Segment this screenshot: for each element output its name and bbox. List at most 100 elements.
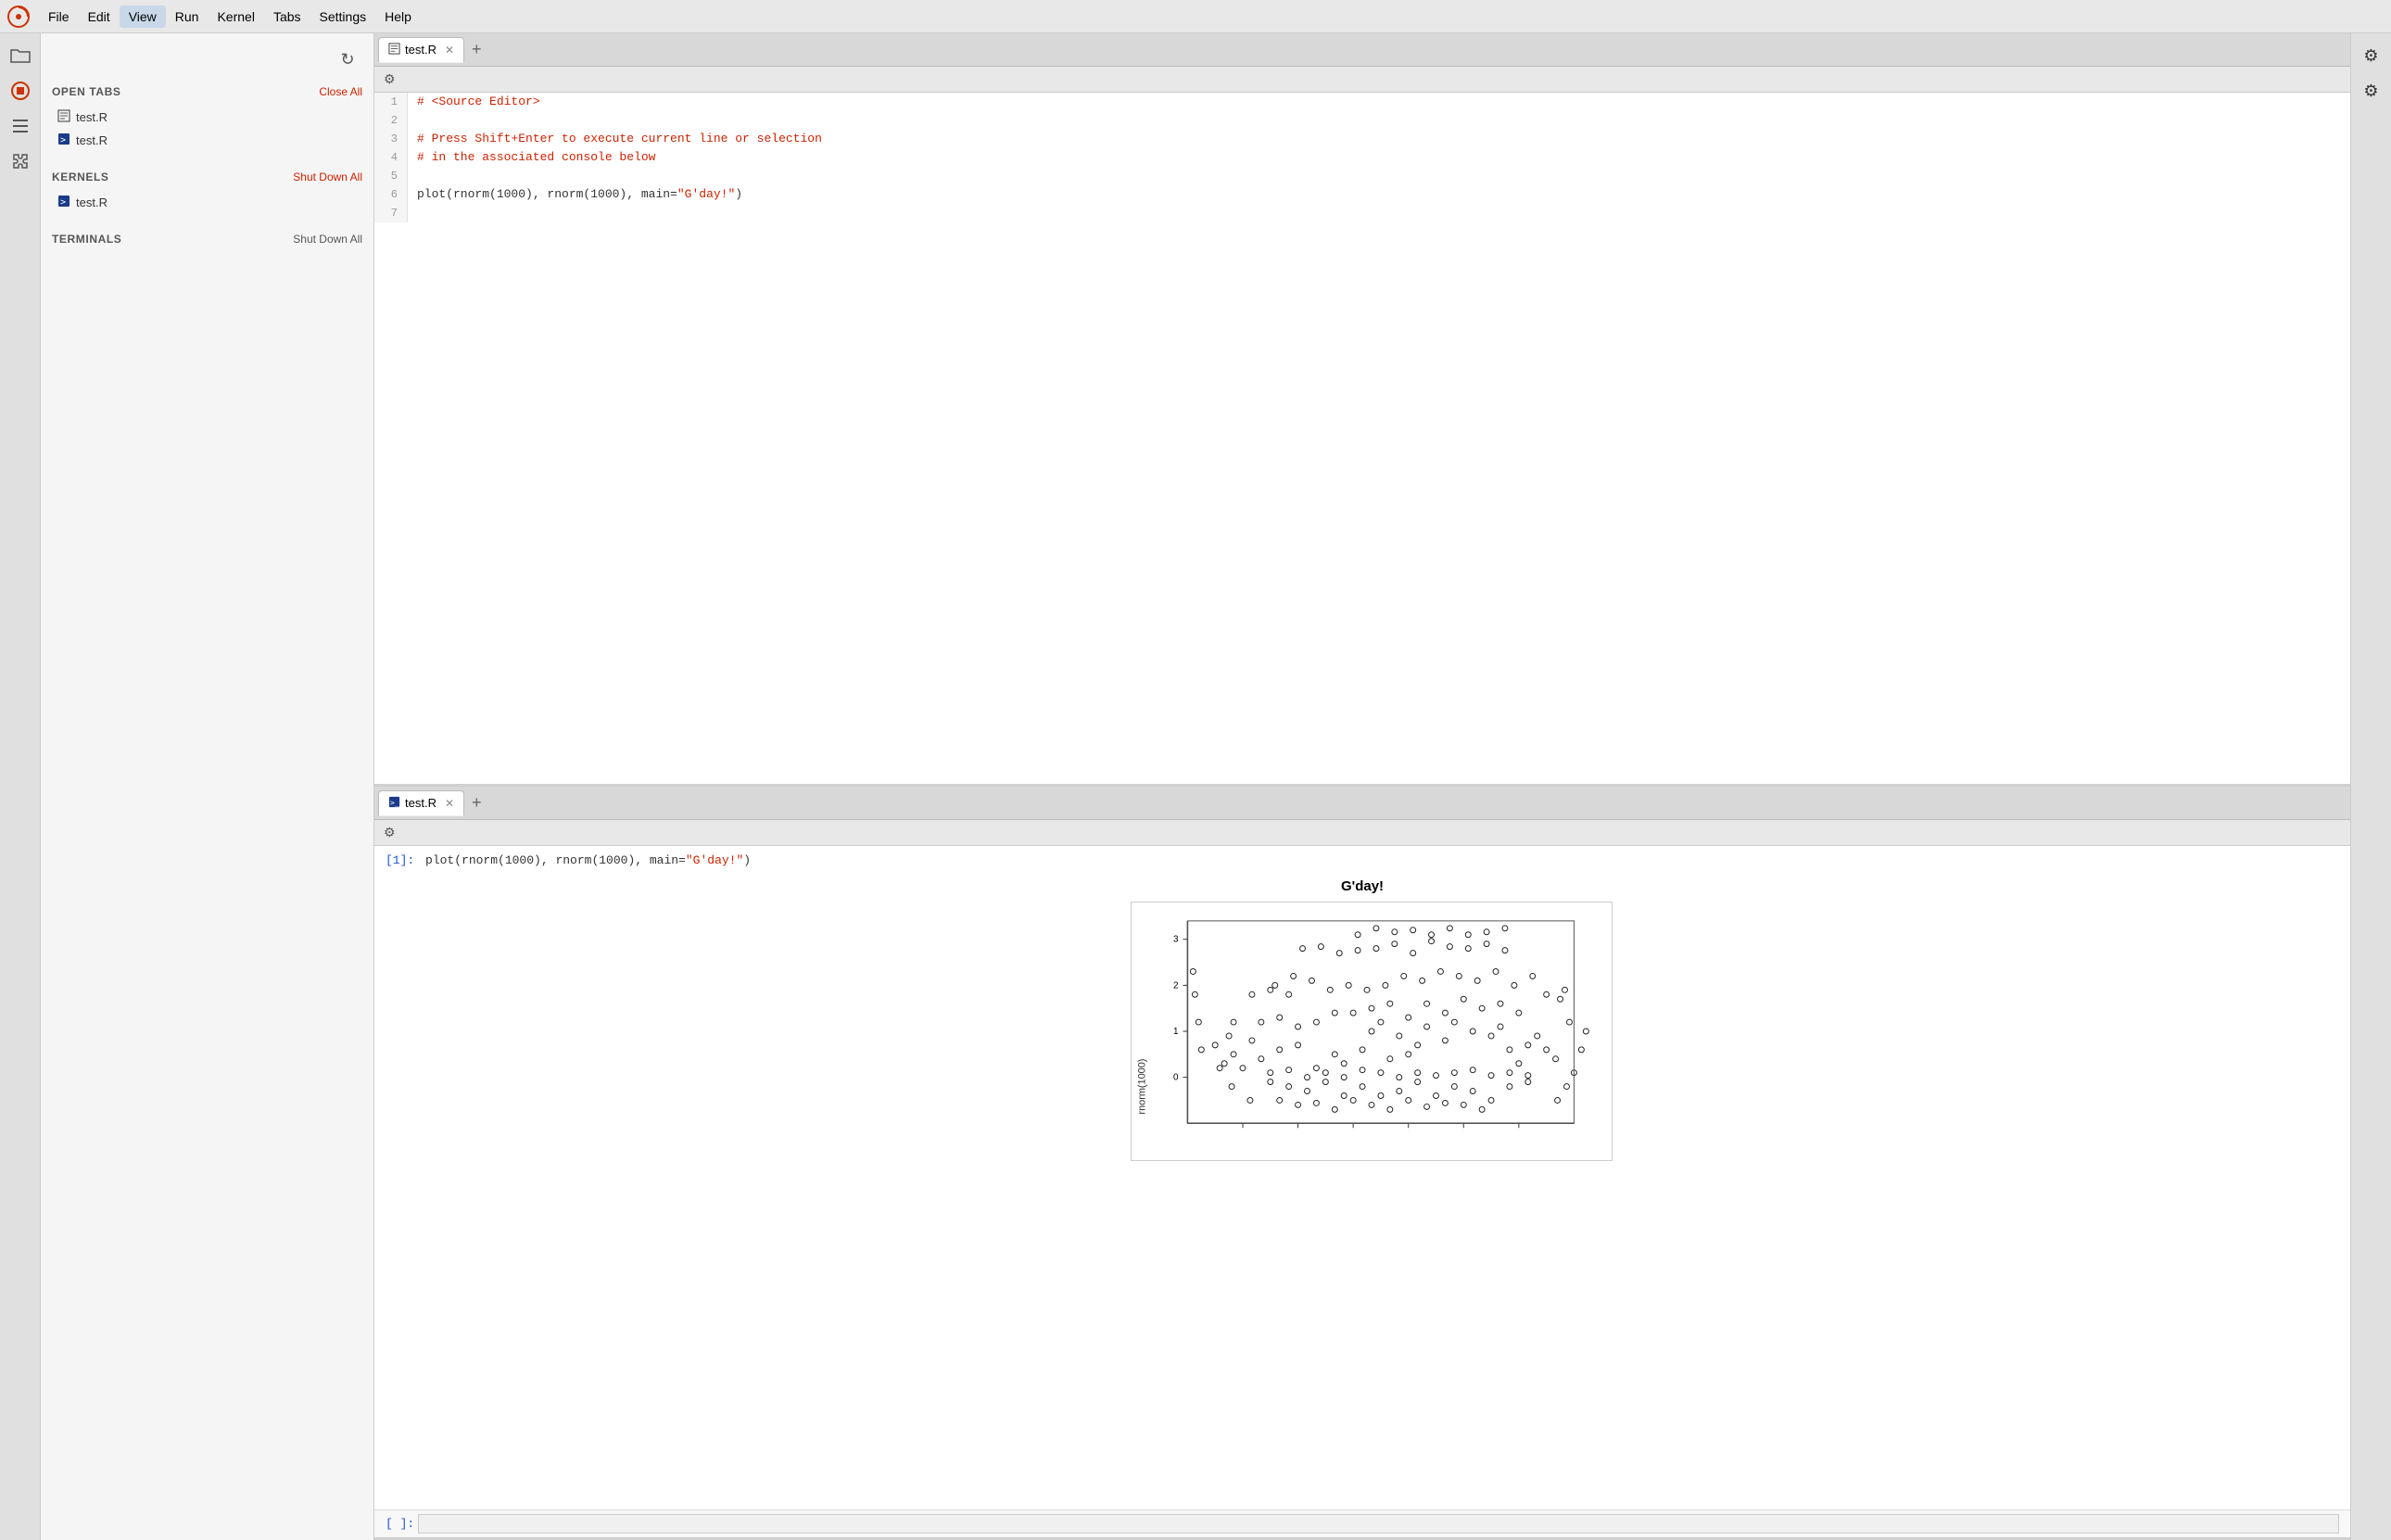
sidebar-kernel-label: test.R [76, 196, 108, 209]
code-line-7: 7 [374, 204, 2350, 222]
scatter-dots [1190, 926, 1588, 1113]
refresh-icon-btn[interactable]: ↻ [333, 44, 362, 74]
list-icon-btn[interactable] [6, 111, 35, 141]
menu-file[interactable]: File [39, 6, 79, 28]
terminals-shutdown-button[interactable]: Shut Down All [293, 233, 362, 246]
y-axis-label: rnorm(1000) [1137, 1059, 1148, 1115]
editor-toolbar-gear-icon[interactable]: ⚙ [380, 69, 399, 89]
line-content-6: plot(rnorm(1000), rnorm(1000), main="G'd… [408, 185, 742, 204]
close-all-button[interactable]: Close All [319, 85, 362, 98]
line-content-7 [408, 204, 417, 222]
terminals-label: TERMINALS [52, 233, 121, 246]
console-panel: >_ test.R ✕ + ⚙ [1]: plot(rnorm(1000), r… [374, 787, 2350, 1540]
editor-tab-bar: test.R ✕ + [374, 33, 2350, 67]
kernels-header: KERNELS Shut Down All [52, 170, 362, 183]
kernels-label: KERNELS [52, 170, 109, 183]
code-line-4: 4 # in the associated console below [374, 148, 2350, 167]
console-tab-bar: >_ test.R ✕ + [374, 787, 2350, 820]
right-icon-bar: ⚙ ⚙ [2350, 33, 2391, 1540]
editor-tab-icon [388, 43, 400, 57]
line-num-2: 2 [374, 111, 408, 130]
console-tab-label: test.R [405, 796, 436, 810]
code-line-5: 5 [374, 167, 2350, 185]
editor-icon [57, 109, 70, 125]
console-input-field[interactable] [418, 1514, 2339, 1534]
svg-text:>_: >_ [60, 197, 70, 208]
line-content-5 [408, 167, 417, 185]
terminal-icon: >_ [57, 133, 70, 148]
menu-edit[interactable]: Edit [79, 6, 120, 28]
editor-panel: test.R ✕ + ⚙ 1 # <Source Editor> 2 3 [374, 33, 2350, 787]
open-tabs-header: OPEN TABS Close All [52, 85, 362, 98]
editor-toolbar: ⚙ [374, 67, 2350, 93]
menu-settings[interactable]: Settings [310, 6, 376, 28]
line-num-7: 7 [374, 204, 408, 222]
content-area: test.R ✕ + ⚙ 1 # <Source Editor> 2 3 [374, 33, 2350, 1540]
app-logo[interactable] [7, 6, 30, 28]
console-command-line: [1]: plot(rnorm(1000), rnorm(1000), main… [386, 853, 2339, 867]
editor-tab-label: test.R [405, 43, 436, 57]
sidebar: ↻ OPEN TABS Close All test.R >_ test.R K… [41, 33, 374, 1540]
console-input-line: [ ]: [374, 1509, 2350, 1537]
scatter-plot: rnorm(1000) 3 2 1 0 [1131, 902, 1613, 1161]
svg-text:>_: >_ [60, 135, 70, 145]
console-tab-test-r[interactable]: >_ test.R ✕ [378, 790, 464, 816]
right-gear-icon-top[interactable]: ⚙ [2357, 41, 2386, 70]
console-cmd-text: plot(rnorm(1000), rnorm(1000), main="G'd… [425, 853, 751, 867]
line-num-6: 6 [374, 185, 408, 204]
code-line-2: 2 [374, 111, 2350, 130]
code-line-6: 6 plot(rnorm(1000), rnorm(1000), main="G… [374, 185, 2350, 204]
menubar: File Edit View Run Kernel Tabs Settings … [0, 0, 2391, 33]
code-line-3: 3 # Press Shift+Enter to execute current… [374, 130, 2350, 148]
svg-text:>_: >_ [390, 798, 400, 807]
menu-run[interactable]: Run [166, 6, 209, 28]
svg-text:2: 2 [1173, 980, 1179, 991]
right-gear-icon-mid[interactable]: ⚙ [2357, 76, 2386, 106]
sidebar-kernel-test-r[interactable]: >_ test.R [52, 191, 362, 214]
console-prompt: [1]: [386, 853, 422, 867]
line-num-3: 3 [374, 130, 408, 148]
line-content-4: # in the associated console below [408, 148, 655, 167]
kernel-terminal-icon: >_ [57, 195, 70, 210]
puzzle-icon-btn[interactable] [6, 146, 35, 176]
main-layout: ↻ OPEN TABS Close All test.R >_ test.R K… [0, 33, 2391, 1540]
line-num-1: 1 [374, 93, 408, 111]
console-tab-icon: >_ [388, 796, 400, 811]
editor-tab-test-r[interactable]: test.R ✕ [378, 37, 464, 63]
folder-icon-btn[interactable] [6, 41, 35, 70]
console-toolbar-gear-icon[interactable]: ⚙ [380, 823, 399, 842]
kernels-shutdown-button[interactable]: Shut Down All [293, 170, 362, 183]
console-tab-close[interactable]: ✕ [445, 797, 454, 810]
editor-tab-close[interactable]: ✕ [445, 44, 454, 57]
sidebar-item-terminal-test-r[interactable]: >_ test.R [52, 129, 362, 152]
menu-kernel[interactable]: Kernel [208, 6, 263, 28]
svg-text:0: 0 [1173, 1073, 1179, 1083]
stop-icon-btn[interactable] [6, 76, 35, 106]
plot-title: G'day! [1341, 878, 1384, 894]
open-tabs-label: OPEN TABS [52, 85, 121, 98]
editor-tab-add[interactable]: + [466, 38, 487, 61]
line-content-1: # <Source Editor> [408, 93, 540, 111]
terminals-header: TERMINALS Shut Down All [52, 233, 362, 246]
sidebar-item-terminal-label: test.R [76, 133, 108, 147]
sidebar-item-editor-label: test.R [76, 110, 108, 124]
svg-text:1: 1 [1173, 1027, 1179, 1037]
line-content-3: # Press Shift+Enter to execute current l… [408, 130, 822, 148]
menu-help[interactable]: Help [375, 6, 421, 28]
console-output-area: [1]: plot(rnorm(1000), rnorm(1000), main… [374, 846, 2350, 1509]
menu-tabs[interactable]: Tabs [264, 6, 310, 28]
console-toolbar: ⚙ [374, 820, 2350, 846]
plot-container: G'day! rnorm(1000) [386, 869, 2339, 1174]
sidebar-item-editor-test-r[interactable]: test.R [52, 106, 362, 129]
line-num-5: 5 [374, 167, 408, 185]
code-editor-area[interactable]: 1 # <Source Editor> 2 3 # Press Shift+En… [374, 93, 2350, 784]
console-input-prompt: [ ]: [386, 1517, 414, 1531]
line-num-4: 4 [374, 148, 408, 167]
console-tab-add[interactable]: + [466, 791, 487, 814]
code-line-1: 1 # <Source Editor> [374, 93, 2350, 111]
line-content-2 [408, 111, 417, 130]
svg-text:3: 3 [1173, 935, 1179, 945]
menu-view[interactable]: View [120, 6, 166, 28]
plot-svg-wrapper: rnorm(1000) 3 2 1 0 [1131, 902, 1594, 1165]
left-icon-bar [0, 33, 41, 1540]
